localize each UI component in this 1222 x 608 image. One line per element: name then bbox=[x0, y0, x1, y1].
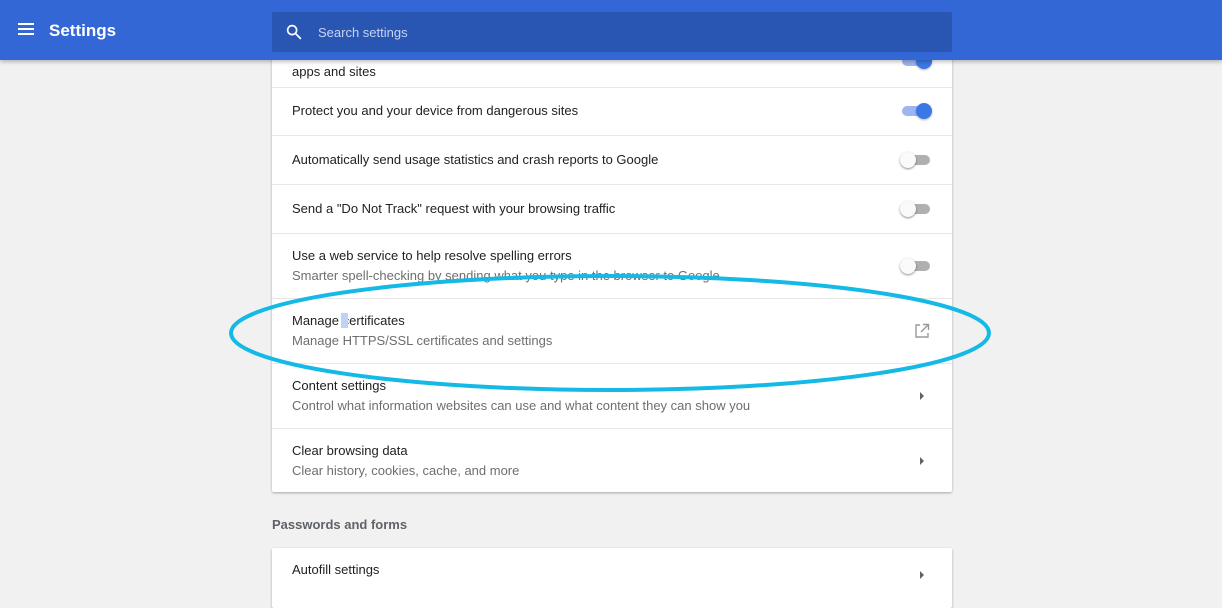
row-sublabel: Control what information websites can us… bbox=[292, 398, 751, 413]
top-toolbar: Settings bbox=[0, 0, 1222, 60]
settings-row-do-not-track[interactable]: Send a "Do Not Track" request with your … bbox=[272, 184, 952, 233]
settings-row-autofill[interactable]: Autofill settings bbox=[272, 548, 952, 608]
row-sublabel: Smarter spell-checking by sending what y… bbox=[292, 268, 720, 283]
settings-row-content-settings[interactable]: Content settings Control what informatio… bbox=[272, 363, 952, 428]
settings-row-spelling-service[interactable]: Use a web service to help resolve spelli… bbox=[272, 233, 952, 298]
chevron-right-icon[interactable] bbox=[918, 456, 926, 466]
chevron-right-icon[interactable] bbox=[918, 391, 926, 401]
chevron-right-icon[interactable] bbox=[918, 570, 926, 580]
hamburger-menu-icon[interactable] bbox=[16, 20, 38, 40]
section-title-passwords-and-forms: Passwords and forms bbox=[272, 517, 408, 532]
privacy-settings-card: apps and sites Protect you and your devi… bbox=[272, 40, 952, 492]
usage-statistics-toggle[interactable] bbox=[900, 152, 932, 168]
search-icon[interactable] bbox=[285, 23, 303, 41]
row-label: Protect you and your device from dangero… bbox=[292, 103, 579, 118]
search-input[interactable] bbox=[318, 12, 938, 52]
row-label: Content settings bbox=[292, 378, 386, 393]
row-label: Manage certificates bbox=[292, 313, 405, 328]
row-sublabel: Manage HTTPS/SSL certificates and settin… bbox=[292, 333, 553, 348]
safe-browsing-toggle[interactable] bbox=[900, 103, 932, 119]
row-label: Use a web service to help resolve spelli… bbox=[292, 248, 572, 263]
row-label: Automatically send usage statistics and … bbox=[292, 152, 659, 167]
row-sublabel: Clear history, cookies, cache, and more bbox=[292, 463, 520, 478]
external-link-icon[interactable] bbox=[914, 323, 930, 339]
row-label: Autofill settings bbox=[292, 562, 380, 577]
row-label: apps and sites bbox=[292, 64, 376, 79]
settings-row-safe-browsing[interactable]: Protect you and your device from dangero… bbox=[272, 87, 952, 135]
settings-row-manage-certificates[interactable]: Manage certificates Manage HTTPS/SSL cer… bbox=[272, 298, 952, 363]
spelling-service-toggle[interactable] bbox=[900, 258, 932, 274]
settings-row-clear-browsing-data[interactable]: Clear browsing data Clear history, cooki… bbox=[272, 428, 952, 492]
text-cursor-mark bbox=[341, 313, 348, 328]
search-box[interactable] bbox=[272, 12, 952, 52]
app-title: Settings bbox=[49, 21, 117, 40]
row-label: Clear browsing data bbox=[292, 443, 408, 458]
passwords-and-forms-card: Autofill settings bbox=[272, 548, 952, 608]
do-not-track-toggle[interactable] bbox=[900, 201, 932, 217]
row-label: Send a "Do Not Track" request with your … bbox=[292, 201, 616, 216]
settings-row-usage-statistics[interactable]: Automatically send usage statistics and … bbox=[272, 135, 952, 184]
